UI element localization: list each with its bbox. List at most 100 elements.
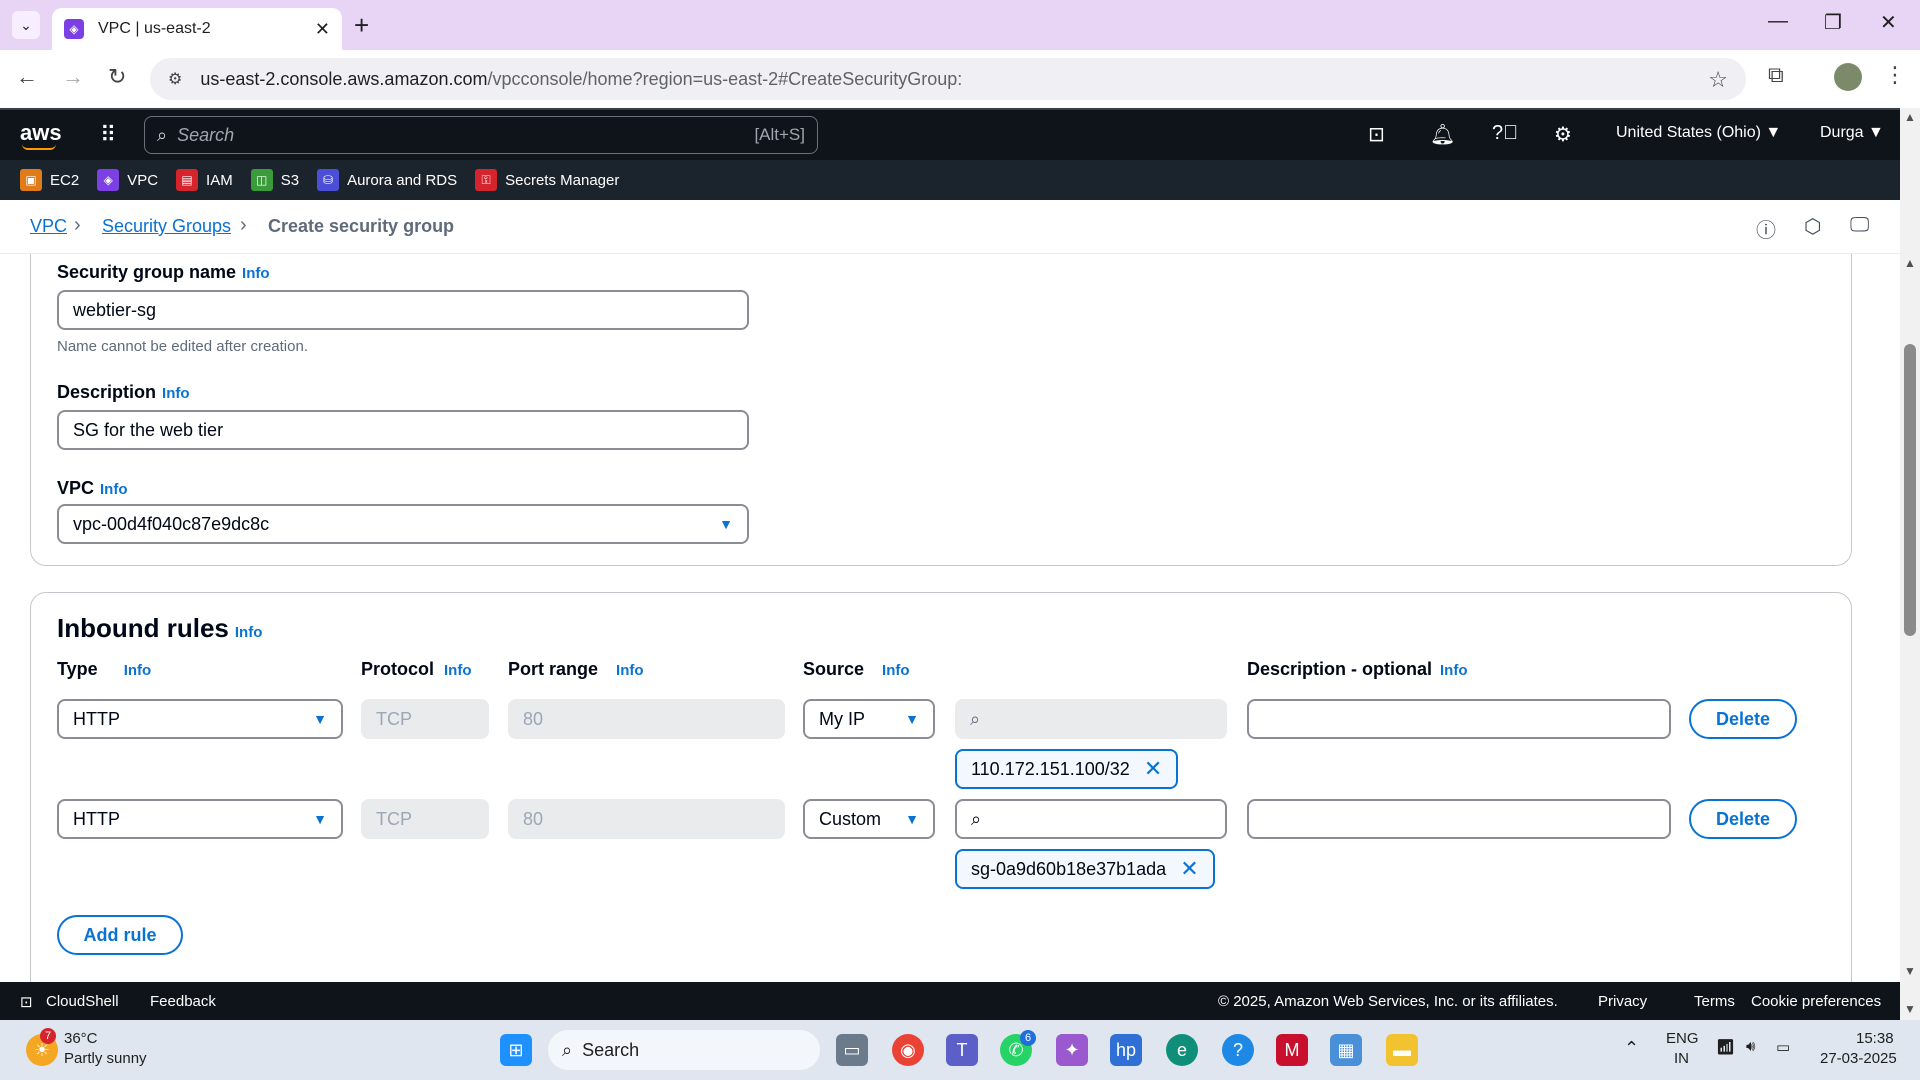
battery-icon[interactable]: ▭ — [1776, 1038, 1790, 1056]
col-port-text: Port range — [508, 659, 599, 679]
settings-gear-icon[interactable]: ⚙ — [1554, 122, 1572, 147]
info-link[interactable]: Info — [242, 265, 270, 282]
fav-label: VPC — [127, 171, 159, 189]
rule-type-select[interactable]: HTTP ▼ — [57, 799, 343, 839]
info-link[interactable]: Info — [882, 662, 910, 679]
breadcrumb-security-groups[interactable]: Security Groups — [102, 216, 231, 237]
rule-source-select[interactable]: My IP ▼ — [803, 699, 935, 739]
file-explorer-icon[interactable]: ▬ — [1386, 1034, 1418, 1066]
minimize-icon[interactable]: — — [1768, 10, 1788, 33]
language-line2[interactable]: IN — [1674, 1050, 1689, 1067]
window-close-icon[interactable]: ✕ — [1880, 10, 1897, 35]
aws-top-nav: aws ⠿ ⌕ Search [Alt+S] ⊡ 🔔︎ ?⃝ ⚙ United … — [0, 108, 1920, 160]
footer-terms[interactable]: Terms — [1694, 993, 1735, 1010]
info-link[interactable]: Info — [235, 624, 263, 641]
help-app-icon[interactable]: ? — [1222, 1034, 1254, 1066]
rule-type-select[interactable]: HTTP ▼ — [57, 699, 343, 739]
volume-icon[interactable]: 🔊︎ — [1746, 1038, 1755, 1055]
mcafee-icon[interactable]: M — [1276, 1034, 1308, 1066]
info-panel-icon[interactable]: ⓘ — [1756, 214, 1776, 243]
rule-protocol-input: TCP — [361, 699, 489, 739]
windows-start-icon[interactable]: ⊞ — [500, 1034, 532, 1066]
myhp-icon[interactable]: hp — [1110, 1034, 1142, 1066]
info-link[interactable]: Info — [1440, 662, 1468, 679]
fav-s3[interactable]: ◫ S3 — [250, 169, 299, 191]
screen-icon[interactable]: 🖵︎ — [1850, 214, 1869, 237]
footer-cloudshell[interactable]: CloudShell — [46, 993, 119, 1010]
remove-token-icon[interactable]: ✕ — [1144, 756, 1162, 782]
profile-avatar[interactable] — [1834, 63, 1862, 91]
forward-icon[interactable]: → — [62, 64, 84, 90]
extensions-icon[interactable]: ⧉ — [1768, 62, 1784, 88]
scroll-thumb[interactable] — [1904, 344, 1916, 636]
hexagon-settings-icon[interactable]: ⬡ — [1804, 214, 1821, 239]
bookmark-star-icon[interactable]: ☆ — [1708, 67, 1728, 93]
page-scrollbar[interactable]: ▲ ▲ ▼ ▼ — [1900, 108, 1920, 1020]
description-label-text: Description — [57, 382, 157, 402]
info-link[interactable]: Info — [100, 481, 128, 498]
address-bar[interactable]: ⚙ us-east-2.console.aws.amazon.com /vpcc… — [150, 58, 1746, 100]
account-menu[interactable]: Durga ▼ — [1820, 124, 1884, 142]
scroll-up-icon[interactable]: ▲ — [1904, 256, 1916, 270]
footer-cookie-preferences[interactable]: Cookie preferences — [1751, 993, 1881, 1010]
fav-secrets-manager[interactable]: ⚿ Secrets Manager — [475, 169, 619, 191]
footer-privacy[interactable]: Privacy — [1598, 993, 1647, 1010]
edge-icon[interactable]: e — [1166, 1034, 1198, 1066]
reload-icon[interactable]: ↻ — [108, 64, 126, 90]
tab-close-icon[interactable]: ✕ — [315, 19, 330, 40]
vpc-select[interactable]: vpc-00d4f040c87e9dc8c ▼ — [57, 504, 749, 544]
cloudshell-icon[interactable]: ⊡ — [1368, 122, 1385, 147]
info-link[interactable]: Info — [124, 662, 152, 679]
description-input[interactable]: SG for the web tier — [57, 410, 749, 450]
restore-icon[interactable]: ❐ — [1824, 10, 1842, 35]
new-tab-icon[interactable]: + — [354, 10, 369, 41]
aws-logo[interactable]: aws — [20, 120, 62, 146]
language-line1[interactable]: ENG — [1666, 1030, 1699, 1047]
sg-name-input[interactable]: webtier-sg — [57, 290, 749, 330]
fav-iam[interactable]: ▤ IAM — [176, 169, 233, 191]
breadcrumb-vpc[interactable]: VPC — [30, 216, 67, 237]
scroll-up-icon[interactable]: ▲ — [1904, 110, 1916, 124]
info-link[interactable]: Info — [616, 662, 644, 679]
back-icon[interactable]: ← — [16, 64, 38, 90]
teams-icon[interactable]: T — [946, 1034, 978, 1066]
chrome-icon[interactable]: ◉ — [892, 1034, 924, 1066]
region-selector[interactable]: United States (Ohio) ▼ — [1616, 124, 1781, 142]
browser-menu-icon[interactable]: ⋮ — [1884, 62, 1906, 88]
fav-ec2[interactable]: ▣ EC2 — [20, 169, 79, 191]
scroll-down-icon[interactable]: ▼ — [1904, 1002, 1916, 1016]
info-link[interactable]: Info — [444, 662, 472, 679]
fav-label: Secrets Manager — [505, 171, 620, 189]
caret-down-icon: ▼ — [313, 811, 327, 827]
help-icon[interactable]: ?⃝ — [1492, 122, 1518, 145]
rule-description-input[interactable] — [1247, 699, 1671, 739]
store-icon[interactable]: ▦ — [1330, 1034, 1362, 1066]
services-grid-icon[interactable]: ⠿ — [100, 122, 116, 148]
footer-feedback[interactable]: Feedback — [150, 993, 216, 1010]
delete-rule-button[interactable]: Delete — [1689, 799, 1797, 839]
clock-time[interactable]: 15:38 — [1856, 1030, 1894, 1047]
rule-description-input[interactable] — [1247, 799, 1671, 839]
remove-token-icon[interactable]: ✕ — [1180, 856, 1198, 882]
breadcrumb-chevron-icon: › — [240, 214, 247, 236]
cloudshell-icon[interactable]: ⊡ — [20, 993, 33, 1011]
rule-source-select[interactable]: Custom ▼ — [803, 799, 935, 839]
tab-search-button[interactable]: ⌄ — [12, 11, 40, 39]
info-link[interactable]: Info — [162, 385, 190, 402]
copilot-icon[interactable]: ✦ — [1056, 1034, 1088, 1066]
rule-source-search[interactable]: ⌕ — [955, 799, 1227, 839]
wifi-icon[interactable]: 📶︎ — [1716, 1038, 1735, 1056]
site-info-icon[interactable]: ⚙ — [168, 69, 182, 89]
fav-rds[interactable]: ⛁ Aurora and RDS — [317, 169, 457, 191]
task-view-icon[interactable]: ▭ — [836, 1034, 868, 1066]
taskbar-search[interactable]: ⌕ Search — [548, 1030, 820, 1070]
aws-search-input[interactable]: ⌕ Search [Alt+S] — [144, 116, 818, 154]
browser-tab-active[interactable]: ◈ VPC | us-east-2 ✕ — [52, 8, 342, 50]
fav-vpc[interactable]: ◈ VPC — [97, 169, 158, 191]
notifications-bell-icon[interactable]: 🔔︎ — [1430, 122, 1455, 147]
clock-date[interactable]: 27-03-2025 — [1820, 1050, 1897, 1067]
add-rule-button[interactable]: Add rule — [57, 915, 183, 955]
delete-rule-button[interactable]: Delete — [1689, 699, 1797, 739]
scroll-down-icon[interactable]: ▼ — [1904, 964, 1916, 978]
tray-chevron-icon[interactable]: ⌃ — [1624, 1038, 1639, 1059]
